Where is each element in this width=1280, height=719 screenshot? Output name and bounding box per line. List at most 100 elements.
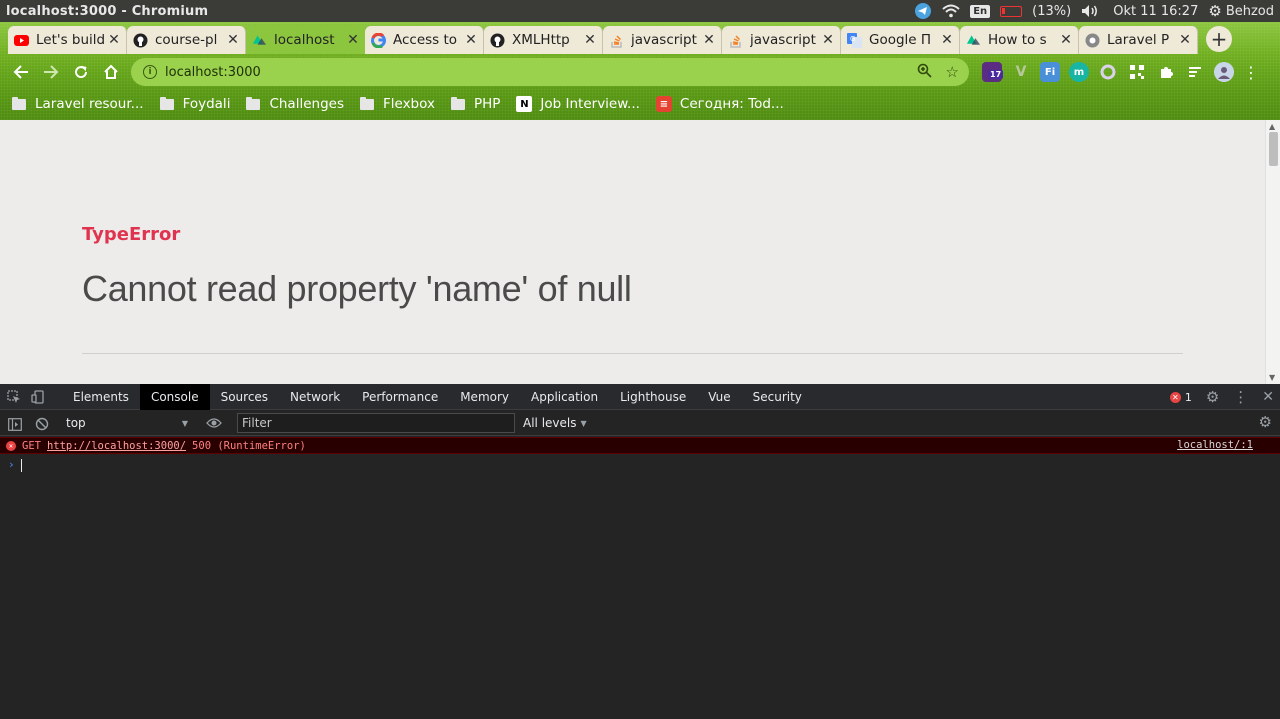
fi-extension-icon[interactable]: Fi xyxy=(1040,62,1060,82)
tab-close-icon[interactable]: ✕ xyxy=(1060,32,1072,48)
clear-console-icon[interactable] xyxy=(35,416,49,435)
page-scrollbar[interactable]: ▲ ▼ xyxy=(1265,120,1280,384)
bookmark-item[interactable]: Foydali xyxy=(159,96,231,112)
execution-context-select[interactable]: top ▼ xyxy=(62,413,192,433)
devtools-tab-security[interactable]: Security xyxy=(742,384,813,410)
new-tab-button[interactable]: + xyxy=(1206,26,1232,52)
browser-tab-label: Let's build xyxy=(36,32,104,48)
bookmark-star-icon[interactable]: ☆ xyxy=(946,63,959,81)
devtools-tab-elements[interactable]: Elements xyxy=(62,384,140,410)
bookmark-label: PHP xyxy=(473,96,501,112)
bookmark-item[interactable]: Laravel resour... xyxy=(12,96,144,112)
browser-tab[interactable]: course-pl ✕ xyxy=(127,26,246,54)
bookmark-item[interactable]: PHP xyxy=(450,96,501,112)
tab-close-icon[interactable]: ✕ xyxy=(941,32,953,48)
tab-close-icon[interactable]: ✕ xyxy=(703,32,715,48)
site-info-icon[interactable]: i xyxy=(143,65,157,79)
keyboard-language-indicator[interactable]: En xyxy=(970,4,991,18)
zoom-icon[interactable] xyxy=(917,63,932,82)
console-filter-input[interactable] xyxy=(237,413,515,433)
tab-close-icon[interactable]: ✕ xyxy=(465,32,477,48)
console-prompt[interactable]: › xyxy=(8,458,22,472)
console-sidebar-toggle-icon[interactable] xyxy=(8,416,22,435)
home-icon xyxy=(104,64,118,79)
error-counter[interactable]: ✕ 1 xyxy=(1169,391,1192,404)
tab-close-icon[interactable]: ✕ xyxy=(584,32,596,48)
nuxt-icon xyxy=(966,33,981,48)
user-name[interactable]: Behzod xyxy=(1226,4,1274,19)
qr-code-extension-icon[interactable] xyxy=(1127,62,1147,82)
console-error-row[interactable]: ✕ GET http://localhost:3000/ 500 (Runtim… xyxy=(0,437,1280,454)
devtools-tab-console[interactable]: Console xyxy=(139,383,210,410)
battery-icon[interactable] xyxy=(1000,5,1023,17)
bookmark-item[interactable]: Flexbox xyxy=(359,96,435,112)
scroll-up-arrow-icon[interactable]: ▲ xyxy=(1269,122,1275,131)
browser-tab[interactable]: javascript ✕ xyxy=(603,26,722,54)
browser-tab[interactable]: XMLHttp ✕ xyxy=(484,26,603,54)
devtools-tab-memory[interactable]: Memory xyxy=(449,384,520,410)
browser-tab[interactable]: localhost ✕ xyxy=(246,26,365,54)
m-extension-icon[interactable]: m xyxy=(1069,62,1089,82)
svg-text:G: G xyxy=(850,35,855,43)
scroll-down-arrow-icon[interactable]: ▼ xyxy=(1269,373,1275,382)
tab-strip: Let's build ✕ course-pl ✕ localhost ✕ Access t… xyxy=(8,26,1198,54)
devtools-tab-network[interactable]: Network xyxy=(279,384,351,410)
devtools-tab-sources[interactable]: Sources xyxy=(210,384,279,410)
bookmark-item[interactable]: Challenges xyxy=(246,96,344,112)
tab-close-icon[interactable]: ✕ xyxy=(108,32,120,48)
devtools-tab-vue[interactable]: Vue xyxy=(697,384,741,410)
browser-tab[interactable]: Let's build ✕ xyxy=(8,26,127,54)
vue-devtools-extension-icon[interactable]: V xyxy=(1011,62,1031,82)
stackoverflow-icon xyxy=(728,33,743,48)
console-settings-icon[interactable]: ⚙ xyxy=(1259,413,1272,431)
profile-avatar[interactable] xyxy=(1214,62,1234,82)
clock[interactable]: Okt 11 16:27 xyxy=(1113,4,1198,19)
address-bar-url[interactable]: localhost:3000 xyxy=(165,65,261,80)
log-url-link[interactable]: http://localhost:3000/ xyxy=(47,440,186,452)
volume-icon[interactable] xyxy=(1081,4,1099,18)
arrow-left-icon xyxy=(13,65,28,79)
graduation-cap-extension-icon[interactable]: 17 xyxy=(982,62,1004,82)
wifi-icon[interactable] xyxy=(942,4,960,18)
devtools-settings-icon[interactable]: ⚙ xyxy=(1206,388,1219,406)
forward-button[interactable] xyxy=(36,57,66,87)
google-translate-icon: G xyxy=(847,32,862,48)
bookmark-item[interactable]: ≡ Сегодня: Tod... xyxy=(655,96,784,112)
error-message: Cannot read property 'name' of null xyxy=(82,268,632,309)
inspect-element-icon[interactable] xyxy=(4,384,24,410)
home-button[interactable] xyxy=(96,57,126,87)
browser-tab[interactable]: G Google П ✕ xyxy=(841,26,960,54)
browser-toolbar: i localhost:3000 ☆ 17 V Fi m ⋮ xyxy=(0,55,1280,89)
devtools-menu-icon[interactable]: ⋮ xyxy=(1233,388,1248,406)
browser-tab[interactable]: Laravel P ✕ xyxy=(1079,26,1198,54)
log-status: 500 (RuntimeError) xyxy=(192,439,306,452)
bookmark-label: Foydali xyxy=(182,96,231,112)
back-button[interactable] xyxy=(6,57,36,87)
browser-tab[interactable]: javascript ✕ xyxy=(722,26,841,54)
browser-tab[interactable]: How to s ✕ xyxy=(960,26,1079,54)
menu-kebab-icon[interactable]: ⋮ xyxy=(1243,63,1259,82)
execution-context-value: top xyxy=(66,416,86,430)
address-bar[interactable]: i localhost:3000 ☆ xyxy=(131,58,969,86)
tab-close-icon[interactable]: ✕ xyxy=(347,32,359,48)
tab-close-icon[interactable]: ✕ xyxy=(1179,32,1191,48)
system-gear-icon[interactable]: ⚙ xyxy=(1208,2,1221,20)
device-toolbar-icon[interactable] xyxy=(28,384,48,410)
devtools-tab-application[interactable]: Application xyxy=(520,384,609,410)
scrollbar-thumb[interactable] xyxy=(1269,132,1278,166)
telegram-tray-icon[interactable] xyxy=(914,2,932,20)
tab-close-icon[interactable]: ✕ xyxy=(227,32,239,48)
live-expression-eye-icon[interactable] xyxy=(206,415,222,434)
devtools-tab-lighthouse[interactable]: Lighthouse xyxy=(609,384,697,410)
browser-tab[interactable]: Access to ✕ xyxy=(365,26,484,54)
devtools-tab-performance[interactable]: Performance xyxy=(351,384,449,410)
circle-extension-icon[interactable] xyxy=(1098,62,1118,82)
puzzle-extensions-icon[interactable] xyxy=(1156,62,1176,82)
reading-list-icon[interactable] xyxy=(1185,62,1205,82)
log-levels-dropdown[interactable]: All levels ▼ xyxy=(523,413,587,433)
tab-close-icon[interactable]: ✕ xyxy=(822,32,834,48)
bookmark-item[interactable]: N Job Interview... xyxy=(516,96,640,112)
reload-button[interactable] xyxy=(66,57,96,87)
log-source-link[interactable]: localhost/:1 xyxy=(1177,439,1253,451)
devtools-close-icon[interactable]: ✕ xyxy=(1262,389,1274,405)
